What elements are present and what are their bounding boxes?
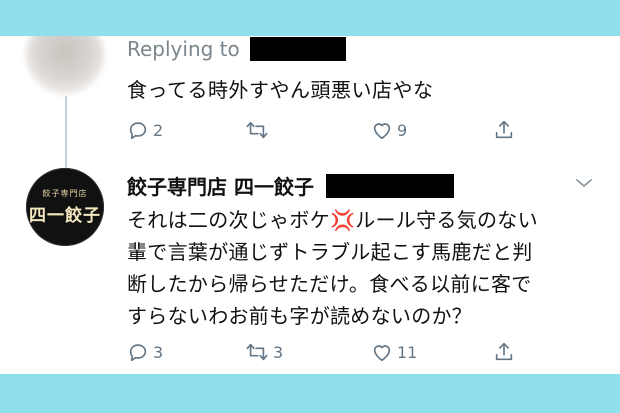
reply-button[interactable]: 2 [127,119,163,141]
reply-icon [129,344,147,362]
reply-icon [129,122,147,140]
like-button[interactable]: 11 [371,341,417,363]
share-button[interactable] [493,341,515,363]
tweet2-line: それは二の次じゃボケ💢ルール守る気のない [127,208,538,232]
author-name[interactable]: 餃子専門店 四一餃子 [127,171,314,200]
reply-count: 2 [153,120,164,140]
retweet-button[interactable]: 3 [245,341,283,363]
retweet-icon [246,121,268,139]
like-button[interactable]: 9 [371,119,407,141]
reply-button[interactable]: 3 [127,341,163,363]
chevron-down-icon [576,179,592,187]
retweet-button[interactable] [245,119,273,141]
redacted-username [249,37,346,61]
tweet2-line: 断したから帰らせただけ。食べる以前に客で [127,272,532,296]
shop-avatar[interactable]: 餃子専門店 四一餃子 [26,168,104,246]
reply-count: 3 [153,342,164,362]
tweet2-text: それは二の次じゃボケ💢ルール守る気のない 輩で言葉が通じずトラブル起こす馬鹿だと… [127,204,597,332]
share-button[interactable] [493,119,515,141]
retweet-count: 3 [273,342,284,362]
tweet2-header: 餃子専門店 四一餃子 [127,171,454,200]
more-menu-button[interactable] [574,175,594,194]
like-count: 9 [397,120,408,140]
avatar-small-text: 餃子専門店 [42,189,88,198]
tweet2-line: すらないわお前も字が読めないのか？ [127,304,473,328]
replying-to-row: Replying to [127,37,346,61]
tweet2-actions: 3 3 11 [127,341,527,367]
avatar-big-text: 四一餃子 [29,206,101,226]
share-icon [495,342,513,361]
share-icon [495,120,513,139]
tweet-card: Replying to 食ってる時外すやん頭悪い店やな 2 9 餃子専門店 四一… [0,36,620,374]
like-icon [373,345,391,362]
like-icon [373,123,391,140]
retweet-icon [246,343,268,361]
tweet1-actions: 2 9 [127,119,527,145]
redacted-handle [325,173,454,198]
tweet1-text: 食ってる時外すやん頭悪い店やな [127,78,434,102]
replying-to-label: Replying to [127,37,240,61]
tweet2-line: 輩で言葉が通じずトラブル起こす馬鹿だと判 [127,240,533,264]
blurred-avatar[interactable] [26,36,104,94]
like-count: 11 [397,342,418,362]
